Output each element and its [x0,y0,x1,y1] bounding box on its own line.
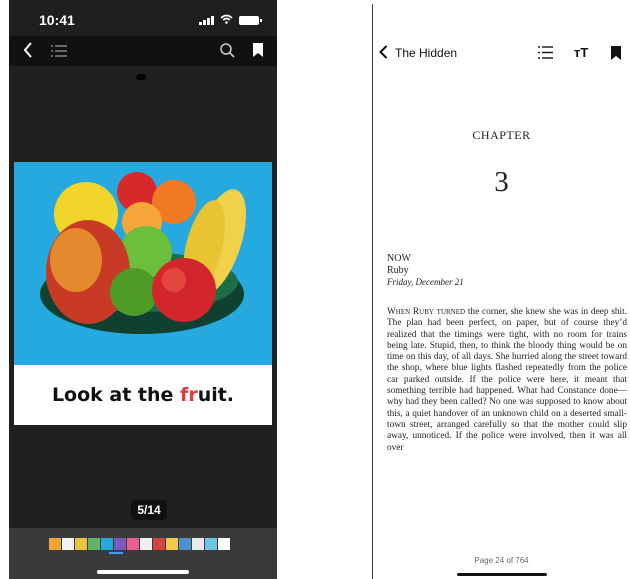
chapter-body-text[interactable]: When Ruby turned the corner, she knew sh… [387,307,627,454]
back-button[interactable] [379,44,388,64]
cellular-signal-icon [199,15,214,25]
battery-icon [239,15,262,25]
list-icon [538,46,553,59]
back-button[interactable] [23,42,33,63]
status-time: 10:41 [39,12,75,28]
caption-text: Look at the [51,384,181,406]
page-thumbnail[interactable] [75,538,87,550]
picture-book-reader-screen: 10:41 Look at the fr uit. 5/14 [9,0,277,579]
page-thumbnail[interactable] [114,538,126,550]
chapter-number: 3 [494,166,509,198]
text-size-button[interactable]: тT [574,45,588,60]
page-number: Page 24 of 764 [474,556,529,565]
thumbnail-list[interactable] [49,538,230,550]
page-thumbnail[interactable] [205,538,217,550]
page-thumbnail[interactable] [127,538,139,550]
reader-toolbar: The Hidden тT [373,40,630,66]
home-indicator[interactable] [457,573,547,576]
bookmark-button[interactable] [611,46,621,63]
book-page-area[interactable]: Look at the fr uit. 5/14 [9,66,277,528]
page-thumbnail[interactable] [140,538,152,550]
page-thumbnail[interactable] [166,538,178,550]
status-bar: 10:41 [9,0,277,36]
bookmark-button[interactable] [253,43,263,62]
bookmark-icon [253,43,263,57]
chevron-left-icon [379,45,388,59]
body-paragraph: the corner, she knew she was in deep shi… [387,307,627,453]
page-thumbnail[interactable] [62,538,74,550]
caption-highlight: fr [180,384,198,406]
page-thumbnail[interactable] [101,538,113,550]
body-lead-in: When Ruby turned [387,307,466,317]
selected-thumbnail-indicator [109,552,123,554]
status-icons [199,14,262,26]
chapter-label: CHAPTER [472,128,531,142]
status-bar [373,4,630,34]
page-thumbnail[interactable] [153,538,165,550]
page-thumbnail[interactable] [179,538,191,550]
camera-notch [136,74,146,80]
search-icon [220,43,235,58]
character-name: Ruby [387,265,409,276]
caption-text-end: uit. [197,384,235,406]
bookmark-icon [611,46,621,60]
fruit-bowl-illustration [14,162,272,365]
list-icon [51,45,67,57]
table-of-contents-button[interactable] [538,46,553,62]
page-indicator: 5/14 [131,500,167,520]
page-thumbnail[interactable] [218,538,230,550]
page-thumbnail[interactable] [88,538,100,550]
home-indicator[interactable] [97,570,189,574]
page-thumbnail[interactable] [49,538,61,550]
section-heading: NOW [387,253,411,264]
chevron-left-icon [23,42,32,58]
reader-toolbar [9,36,277,66]
table-of-contents-button[interactable] [51,44,67,62]
book-title-back-label[interactable]: The Hidden [395,46,457,60]
wifi-icon [220,14,233,26]
ebook-reader-screen: The Hidden тT CHAPTER 3 NOW Ruby Friday,… [372,4,630,579]
chapter-date: Friday, December 21 [387,277,464,287]
page-caption: Look at the fr uit. [14,365,272,425]
page-thumbnail[interactable] [192,538,204,550]
page-thumbnail-strip[interactable] [9,528,277,579]
search-button[interactable] [220,43,235,63]
